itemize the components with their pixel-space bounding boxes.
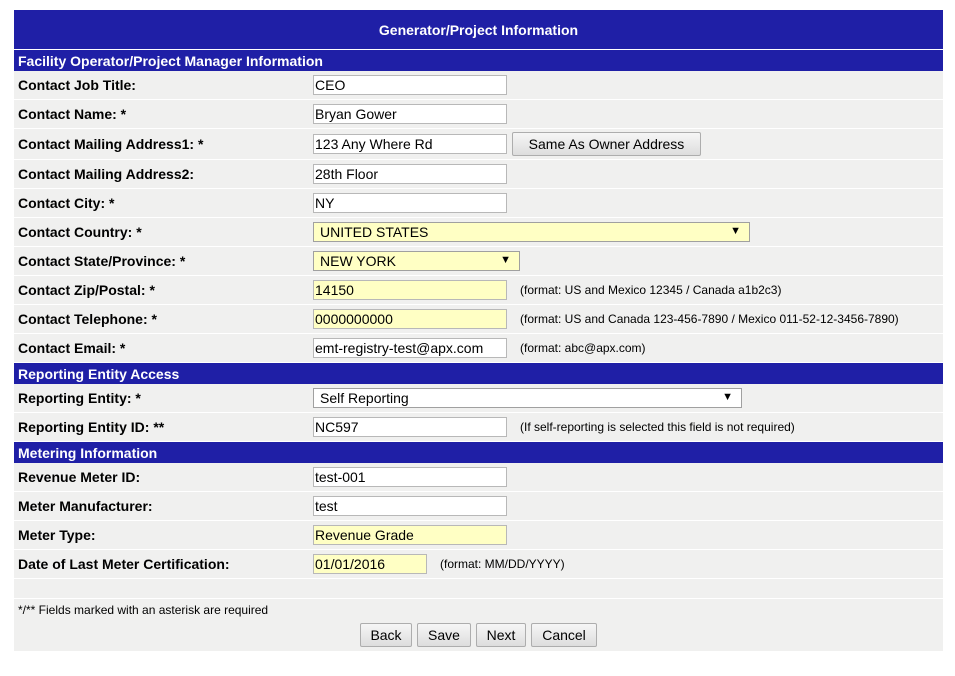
job-title-label: Contact Job Title:	[18, 77, 136, 93]
back-button[interactable]: Back	[360, 623, 412, 647]
save-button[interactable]: Save	[417, 623, 471, 647]
row-zip: Contact Zip/Postal: * 14150 (format: US …	[14, 276, 943, 305]
dropdown-arrow-icon: ▼	[722, 391, 733, 403]
reporting-entity-id-input[interactable]: NC597	[313, 417, 507, 437]
reporting-entity-select[interactable]: Self Reporting ▼	[313, 388, 742, 408]
state-value: NEW YORK	[320, 253, 396, 269]
email-input[interactable]: emt-registry-test@apx.com	[313, 338, 507, 358]
next-button[interactable]: Next	[476, 623, 526, 647]
address2-input[interactable]: 28th Floor	[313, 164, 507, 184]
meter-type-label: Meter Type:	[18, 527, 96, 543]
contact-name-input[interactable]: Bryan Gower	[313, 104, 507, 124]
row-meter-manufacturer: Meter Manufacturer: test	[14, 492, 943, 521]
cert-date-label: Date of Last Meter Certification:	[18, 556, 230, 572]
city-label: Contact City: *	[18, 195, 115, 211]
zip-input[interactable]: 14150	[313, 280, 507, 300]
job-title-input[interactable]: CEO	[313, 75, 507, 95]
zip-label: Contact Zip/Postal: *	[18, 282, 155, 298]
cert-date-input[interactable]: 01/01/2016	[313, 554, 427, 574]
reporting-entity-id-hint: (If self-reporting is selected this fiel…	[520, 420, 795, 434]
spacer-row	[14, 579, 943, 599]
country-value: UNITED STATES	[320, 224, 429, 240]
reporting-entity-value: Self Reporting	[320, 390, 409, 406]
section-metering-header: Metering Information	[14, 442, 943, 463]
meter-id-input[interactable]: test-001	[313, 467, 507, 487]
row-contact-name: Contact Name: * Bryan Gower	[14, 100, 943, 129]
email-label: Contact Email: *	[18, 340, 126, 356]
section-reporting-header: Reporting Entity Access	[14, 363, 943, 384]
meter-manufacturer-label: Meter Manufacturer:	[18, 498, 153, 514]
row-address2: Contact Mailing Address2: 28th Floor	[14, 160, 943, 189]
row-country: Contact Country: * UNITED STATES ▼	[14, 218, 943, 247]
required-fields-note: */** Fields marked with an asterisk are …	[18, 603, 269, 617]
row-cert-date: Date of Last Meter Certification: 01/01/…	[14, 550, 943, 579]
phone-label: Contact Telephone: *	[18, 311, 157, 327]
row-reporting-entity-id: Reporting Entity ID: ** NC597 (If self-r…	[14, 413, 943, 442]
contact-name-label: Contact Name: *	[18, 106, 127, 122]
row-address1: Contact Mailing Address1: * 123 Any Wher…	[14, 129, 943, 160]
cancel-button[interactable]: Cancel	[531, 623, 597, 647]
reporting-entity-id-label: Reporting Entity ID: **	[18, 419, 165, 435]
meter-manufacturer-input[interactable]: test	[313, 496, 507, 516]
form-container: Generator/Project Information Facility O…	[14, 10, 943, 651]
required-note-row: */** Fields marked with an asterisk are …	[14, 599, 943, 621]
row-job-title: Contact Job Title: CEO	[14, 71, 943, 100]
section-facility-header: Facility Operator/Project Manager Inform…	[14, 50, 943, 71]
country-label: Contact Country: *	[18, 224, 142, 240]
row-meter-type: Meter Type: Revenue Grade	[14, 521, 943, 550]
meter-id-label: Revenue Meter ID:	[18, 469, 141, 485]
dropdown-arrow-icon: ▼	[730, 225, 741, 237]
address1-label: Contact Mailing Address1: *	[18, 136, 204, 152]
page-title: Generator/Project Information	[14, 10, 943, 50]
button-bar: Back Save Next Cancel	[14, 621, 943, 651]
phone-input[interactable]: 0000000000	[313, 309, 507, 329]
meter-type-input[interactable]: Revenue Grade	[313, 525, 507, 545]
reporting-entity-label: Reporting Entity: *	[18, 390, 141, 406]
state-label: Contact State/Province: *	[18, 253, 186, 269]
dropdown-arrow-icon: ▼	[500, 254, 511, 266]
country-select[interactable]: UNITED STATES ▼	[313, 222, 750, 242]
cert-date-format-hint: (format: MM/DD/YYYY)	[440, 557, 565, 571]
state-select[interactable]: NEW YORK ▼	[313, 251, 520, 271]
row-state: Contact State/Province: * NEW YORK ▼	[14, 247, 943, 276]
row-email: Contact Email: * emt-registry-test@apx.c…	[14, 334, 943, 363]
row-reporting-entity: Reporting Entity: * Self Reporting ▼	[14, 384, 943, 413]
address1-input[interactable]: 123 Any Where Rd	[313, 134, 507, 154]
email-format-hint: (format: abc@apx.com)	[520, 341, 646, 355]
same-as-owner-button[interactable]: Same As Owner Address	[512, 132, 701, 156]
row-phone: Contact Telephone: * 0000000000 (format:…	[14, 305, 943, 334]
row-city: Contact City: * NY	[14, 189, 943, 218]
row-meter-id: Revenue Meter ID: test-001	[14, 463, 943, 492]
city-input[interactable]: NY	[313, 193, 507, 213]
address2-label: Contact Mailing Address2:	[18, 166, 195, 182]
phone-format-hint: (format: US and Canada 123-456-7890 / Me…	[520, 312, 899, 326]
zip-format-hint: (format: US and Mexico 12345 / Canada a1…	[520, 283, 782, 297]
